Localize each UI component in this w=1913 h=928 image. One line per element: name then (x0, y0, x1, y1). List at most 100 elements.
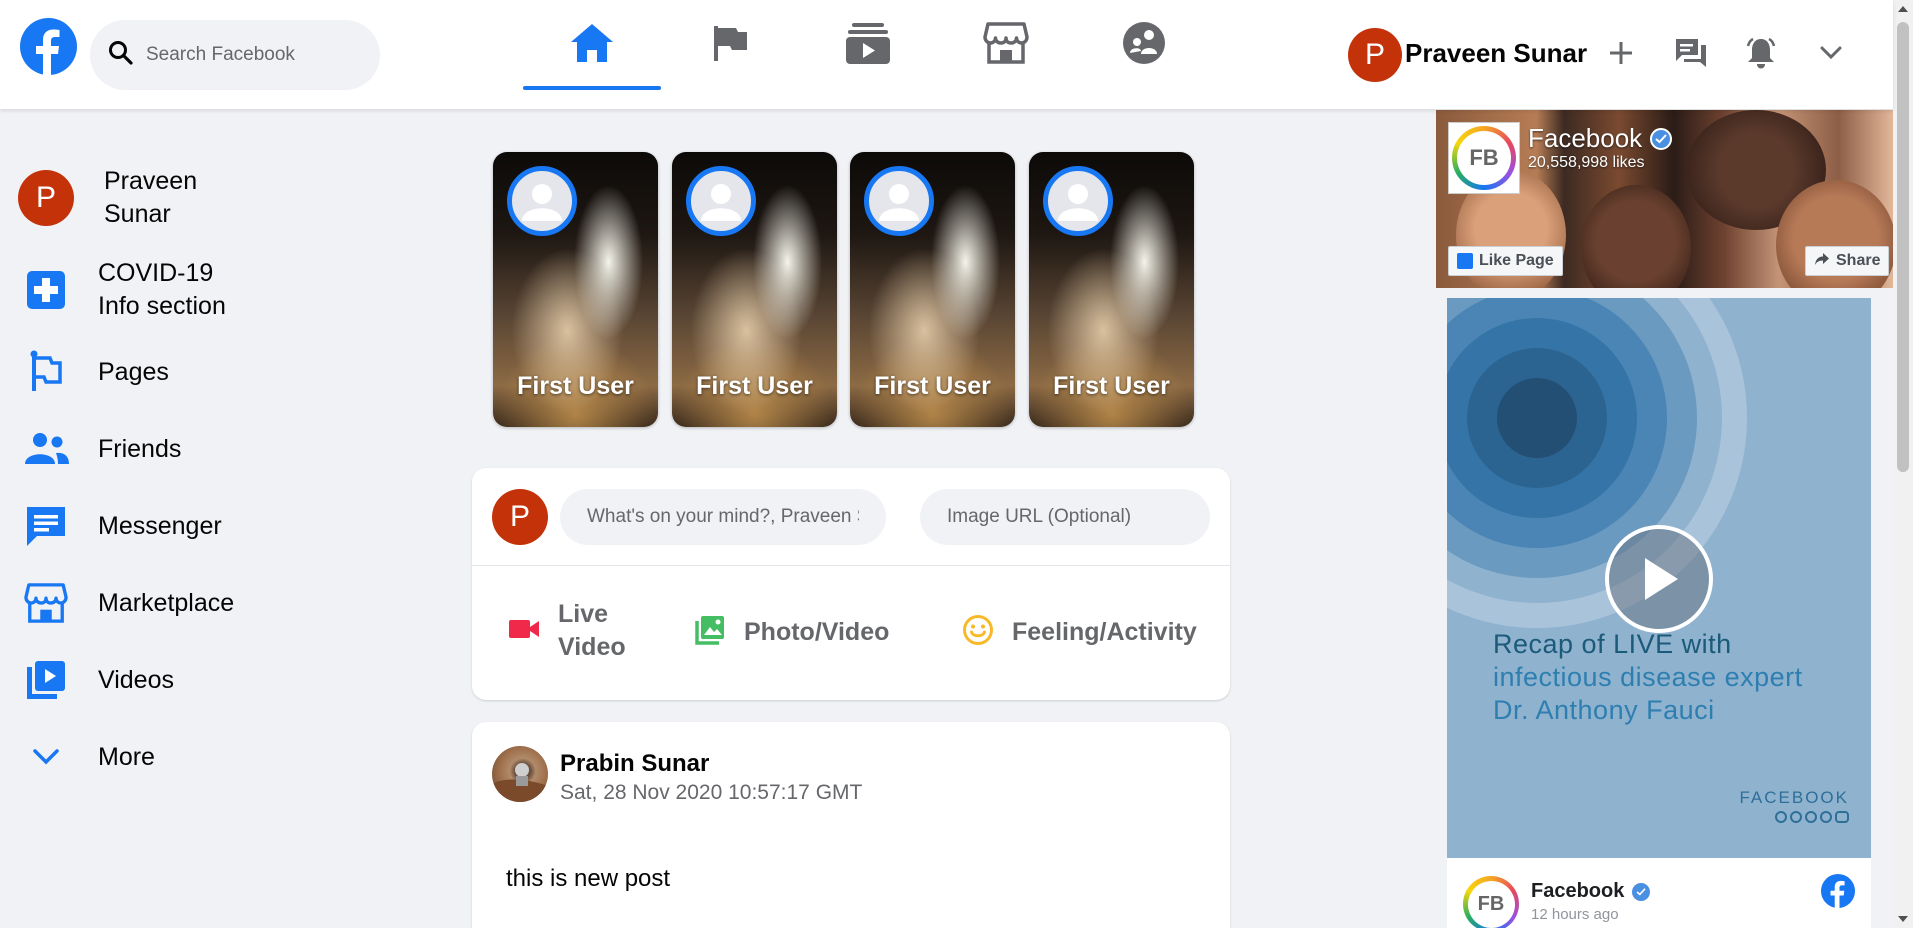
nav-tab-groups[interactable] (1075, 0, 1213, 90)
search-input[interactable] (146, 44, 366, 66)
page-logo[interactable]: FB (1448, 122, 1520, 194)
post-author-name[interactable]: Prabin Sunar (560, 750, 709, 778)
nav-tab-pages[interactable] (661, 0, 799, 90)
sidebar-item-label: Videos (98, 665, 174, 694)
share-button[interactable]: Share (1805, 246, 1890, 276)
groups-icon (1121, 20, 1167, 71)
nav-tab-marketplace[interactable] (937, 0, 1075, 90)
facebook-logo-icon[interactable] (20, 18, 77, 75)
sidebar-item-label: Messenger (98, 511, 222, 540)
page-name: Facebook (1528, 123, 1643, 153)
friends-icon (18, 421, 74, 477)
divider (472, 565, 1230, 566)
like-page-button[interactable]: Like Page (1448, 246, 1563, 276)
story-user-name: First User (696, 372, 813, 400)
account-menu-button[interactable] (1804, 28, 1858, 82)
play-button[interactable] (1605, 525, 1713, 633)
page-post-header: FB Facebook 12 hours ago (1447, 858, 1871, 928)
sidebar-item-label: COVID-19 Info section (98, 259, 226, 320)
sidebar-item-profile[interactable]: P Praveen Sunar (18, 165, 234, 231)
cover-photo-person (1581, 185, 1691, 288)
story-card[interactable]: First User (1029, 152, 1194, 427)
video-caption-line: Recap of LIVE with (1493, 629, 1732, 659)
pages-flag-icon (710, 23, 750, 68)
page-likes-count: 20,558,998 likes (1528, 154, 1645, 171)
messenger-icon (18, 498, 74, 554)
like-page-label: Like Page (1479, 252, 1554, 269)
sidebar-item-label: Praveen Sunar (104, 167, 198, 228)
messenger-button[interactable] (1664, 28, 1718, 82)
instagram-icon (1805, 811, 1817, 823)
sidebar-item-videos[interactable]: Videos (18, 652, 174, 708)
live-video-button[interactable]: Live Video (508, 598, 638, 664)
sidebar-item-covid[interactable]: COVID-19 Info section (18, 257, 258, 323)
author-avatar[interactable] (492, 746, 548, 802)
story-card[interactable]: First User (493, 152, 658, 427)
photo-video-button[interactable]: Photo/Video (694, 614, 889, 651)
notifications-button[interactable] (1734, 28, 1788, 82)
videos-icon (18, 652, 74, 708)
whatsapp-icon (1820, 811, 1832, 823)
smile-icon (962, 614, 994, 651)
page-video-post[interactable]: Recap of LIVE with infectious disease ex… (1447, 298, 1871, 858)
page-logo[interactable]: FB (1463, 876, 1519, 928)
avatar: P (492, 489, 548, 545)
story-card[interactable]: First User (672, 152, 837, 427)
scroll-thumb[interactable] (1897, 22, 1909, 472)
scroll-up-arrow[interactable] (1898, 6, 1908, 12)
post-timestamp[interactable]: Sat, 28 Nov 2020 10:57:17 GMT (560, 781, 862, 805)
header-avatar[interactable]: P (1348, 28, 1402, 82)
header-user-name[interactable]: Praveen Sunar (1405, 38, 1587, 69)
search-bar[interactable] (90, 20, 380, 90)
facebook-logo-icon[interactable] (1821, 874, 1855, 908)
sidebar-item-label: More (98, 742, 155, 771)
avatar: P (18, 170, 74, 226)
page-name-link[interactable]: Facebook (1528, 123, 1673, 154)
story-avatar (507, 166, 577, 236)
story-user-name: First User (1053, 372, 1170, 400)
sidebar-item-marketplace[interactable]: Marketplace (18, 575, 234, 631)
page-scrollbar[interactable] (1893, 0, 1913, 928)
sidebar-item-label: Pages (98, 357, 169, 386)
post-message-input[interactable] (560, 489, 886, 545)
nav-tab-watch[interactable] (799, 0, 937, 90)
sidebar-item-friends[interactable]: Friends (18, 421, 181, 477)
verified-badge-icon (1632, 882, 1651, 901)
bell-icon (1744, 36, 1778, 75)
image-url-input[interactable] (920, 489, 1210, 545)
post-composer: P Live Video Photo/Video Feeling/Activit… (472, 468, 1230, 700)
video-caption: Recap of LIVE with infectious disease ex… (1493, 628, 1803, 727)
verified-badge-icon (1650, 127, 1673, 150)
share-label: Share (1836, 252, 1881, 269)
scroll-down-arrow[interactable] (1898, 916, 1908, 922)
story-avatar (686, 166, 756, 236)
messages-icon (1674, 37, 1708, 74)
sidebar-item-messenger[interactable]: Messenger (18, 498, 222, 554)
story-card[interactable]: First User (850, 152, 1015, 427)
action-label: Photo/Video (744, 618, 890, 646)
watch-icon (844, 21, 892, 70)
facebook-square-icon (1457, 253, 1473, 269)
video-caption-line: infectious disease expert (1493, 662, 1803, 692)
marketplace-icon (18, 575, 74, 631)
page-post-author[interactable]: Facebook (1531, 880, 1651, 903)
facebook-wordmark: FACEBOOK (1739, 788, 1849, 807)
create-button[interactable] (1594, 28, 1648, 82)
page-logo-text: FB (1467, 880, 1515, 928)
page-plugin-cover[interactable]: FB Facebook 20,558,998 likes Like Page S… (1436, 110, 1893, 288)
top-navbar: P Praveen Sunar (0, 0, 1893, 109)
live-video-icon (508, 618, 540, 645)
sidebar-item-more[interactable]: More (18, 729, 155, 785)
action-label: Feeling/Activity (1012, 618, 1197, 646)
plus-icon (1608, 40, 1634, 71)
sidebar-item-pages[interactable]: Pages (18, 344, 169, 400)
story-avatar (1043, 166, 1113, 236)
page-post-time[interactable]: 12 hours ago (1531, 906, 1619, 923)
marketplace-icon (983, 21, 1029, 70)
story-user-name: First User (874, 372, 991, 400)
nav-tab-home[interactable] (523, 0, 661, 90)
home-icon (569, 22, 615, 69)
story-avatar (864, 166, 934, 236)
feeling-activity-button[interactable]: Feeling/Activity (962, 614, 1197, 651)
page-post-author-name: Facebook (1531, 880, 1625, 902)
